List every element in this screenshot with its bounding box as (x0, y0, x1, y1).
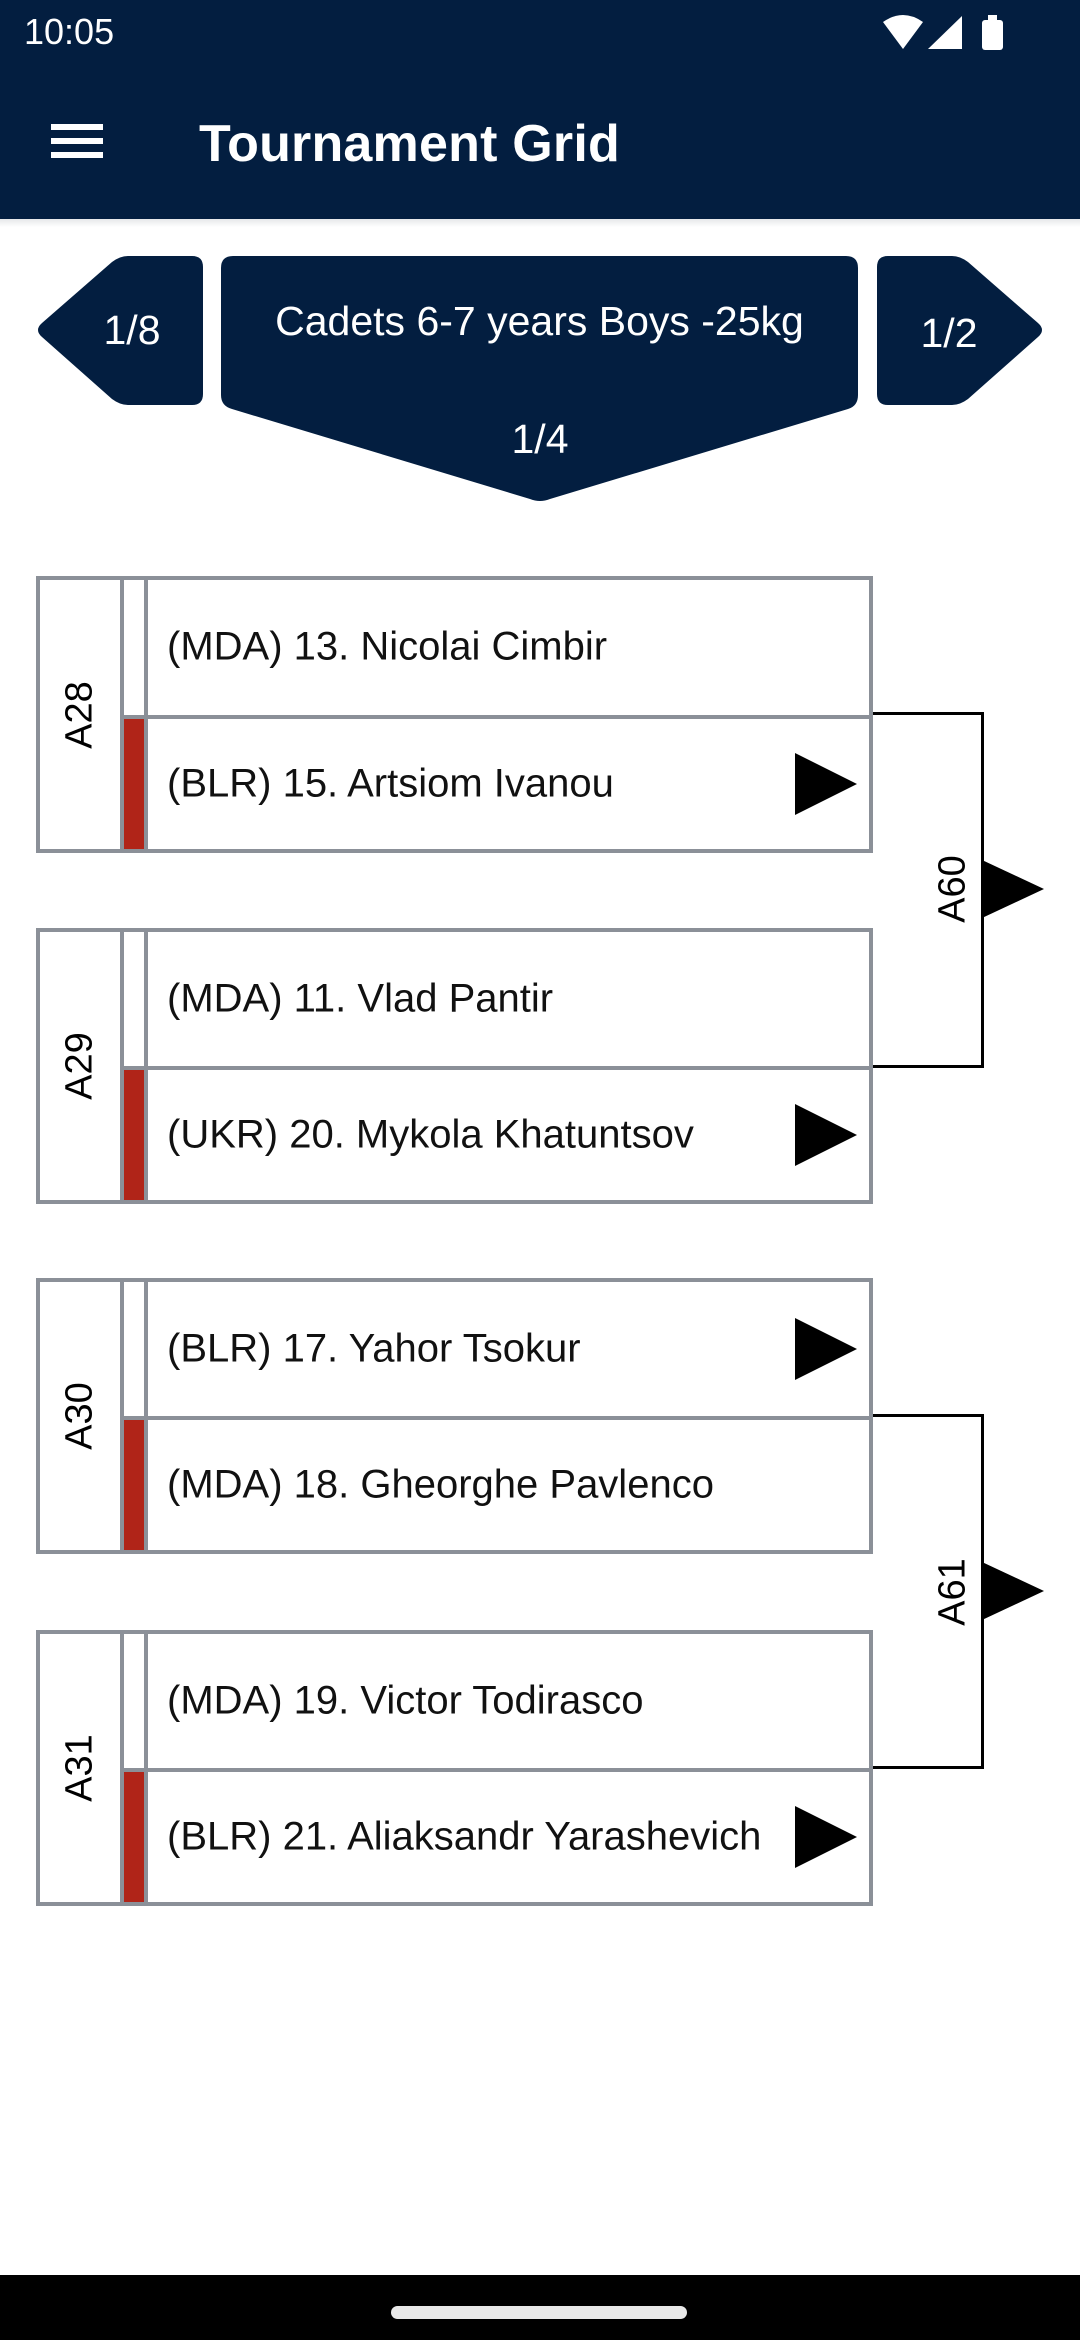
competitor-name: (BLR) 17. Yahor Tsokur (167, 1326, 581, 1371)
cell-signal-icon (928, 16, 962, 49)
home-gesture-handle[interactable] (391, 2306, 687, 2319)
match-id: A30 (58, 1382, 101, 1450)
competitor-row[interactable]: (BLR) 17. Yahor Tsokur (124, 1282, 869, 1416)
match-card[interactable]: A31 (MDA) 19. Victor Todirasco (BLR) 21.… (36, 1630, 873, 1906)
red-corner-indicator (124, 718, 148, 849)
red-corner-indicator (124, 1772, 148, 1902)
red-corner-indicator (124, 1420, 148, 1550)
current-round-label: 1/4 (511, 416, 569, 462)
competitor-name: (UKR) 20. Mykola Khatuntsov (167, 1112, 694, 1157)
next-match-id: A61 (931, 1558, 974, 1626)
match-id: A28 (58, 680, 101, 749)
match-card[interactable]: A29 (MDA) 11. Vlad Pantir (UKR) 20. Myko… (36, 928, 873, 1204)
competitor-row[interactable]: (BLR) 15. Artsiom Ivanou (124, 714, 869, 849)
competitor-row[interactable]: (MDA) 13. Nicolai Cimbir (124, 580, 869, 715)
match-card[interactable]: A28 (MDA) 13. Nicolai Cimbir (BLR) 15. A… (36, 576, 873, 853)
competitor-name: (MDA) 13. Nicolai Cimbir (167, 624, 608, 669)
corner-indicator (124, 580, 148, 715)
competitor-row[interactable]: (UKR) 20. Mykola Khatuntsov (124, 1066, 869, 1200)
red-corner-indicator (124, 1070, 148, 1200)
advance-arrow-icon[interactable] (795, 1318, 857, 1380)
wifi-icon (883, 15, 923, 49)
match-id: A31 (58, 1734, 101, 1802)
match-id-cell: A31 (40, 1634, 124, 1902)
menu-line (51, 138, 103, 144)
corner-indicator (124, 1282, 148, 1416)
advance-arrow-icon[interactable] (795, 752, 857, 815)
next-match-arrow-icon[interactable] (982, 860, 1044, 918)
page-title: Tournament Grid (199, 115, 620, 173)
competitor-row[interactable]: (MDA) 11. Vlad Pantir (124, 932, 869, 1066)
competitor-name: (MDA) 11. Vlad Pantir (167, 976, 554, 1021)
status-icons (883, 15, 1003, 50)
previous-round-label: 1/8 (103, 307, 161, 353)
competitor-row[interactable]: (MDA) 18. Gheorghe Pavlenco (124, 1416, 869, 1550)
menu-line (51, 124, 103, 130)
app-bar-shadow (0, 219, 1080, 227)
next-match-arrow-icon[interactable] (982, 1562, 1044, 1620)
competitor-name: (MDA) 18. Gheorghe Pavlenco (167, 1462, 714, 1507)
battery-icon (982, 15, 1003, 50)
status-time: 10:05 (24, 11, 115, 52)
category-current-round-button[interactable] (221, 256, 858, 501)
competitor-name: (BLR) 15. Artsiom Ivanou (167, 761, 614, 806)
next-round-label: 1/2 (920, 310, 978, 356)
category-label: Cadets 6-7 years Boys -25kg (275, 298, 804, 344)
competitor-name: (MDA) 19. Victor Todirasco (167, 1678, 644, 1723)
competitor-name: (BLR) 21. Aliaksandr Yarashevich (167, 1814, 762, 1859)
round-navigation (38, 256, 1042, 501)
corner-indicator (124, 932, 148, 1066)
advance-arrow-icon[interactable] (795, 1806, 857, 1868)
corner-indicator (124, 1634, 148, 1768)
advance-arrow-icon[interactable] (795, 1104, 857, 1166)
match-id: A29 (58, 1032, 101, 1100)
competitor-row[interactable]: (MDA) 19. Victor Todirasco (124, 1634, 869, 1768)
menu-line (51, 152, 103, 158)
match-id-cell: A30 (40, 1282, 124, 1550)
next-match-id: A60 (931, 855, 974, 923)
match-id-cell: A29 (40, 932, 124, 1200)
competitor-row[interactable]: (BLR) 21. Aliaksandr Yarashevich (124, 1768, 869, 1902)
hamburger-menu-icon[interactable] (40, 112, 116, 172)
match-id-cell: A28 (40, 580, 124, 849)
match-card[interactable]: A30 (BLR) 17. Yahor Tsokur (MDA) 18. Ghe… (36, 1278, 873, 1554)
